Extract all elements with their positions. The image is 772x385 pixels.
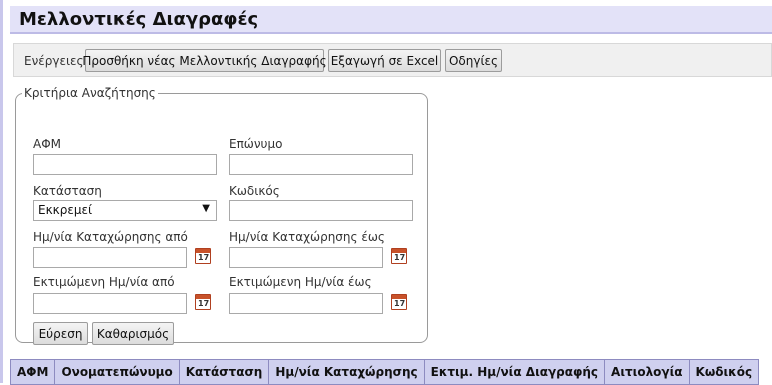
reg-date-to-input[interactable] bbox=[229, 247, 383, 268]
est-date-to-label: Εκτιμώμενη Ημ/νία έως bbox=[229, 275, 372, 289]
calendar-icon[interactable]: 17 bbox=[391, 248, 407, 264]
code-input[interactable] bbox=[229, 200, 413, 221]
status-selected-value: Εκκρεμεί bbox=[38, 203, 93, 217]
calendar-icon[interactable]: 17 bbox=[195, 294, 211, 310]
surname-label: Επώνυμο bbox=[229, 137, 283, 151]
calendar-icon[interactable]: 17 bbox=[391, 294, 407, 310]
dropdown-arrow-icon: ▼ bbox=[202, 203, 210, 214]
status-label: Κατάσταση bbox=[33, 184, 102, 198]
afm-label: ΑΦΜ bbox=[33, 137, 62, 151]
actions-label: Ενέργειες: bbox=[24, 54, 88, 68]
clear-button[interactable]: Καθαρισμός bbox=[92, 322, 174, 345]
reg-date-from-label: Ημ/νία Καταχώρησης από bbox=[33, 230, 188, 244]
column-header-afm[interactable]: ΑΦΜ bbox=[9, 359, 56, 385]
results-header-row: ΑΦΜ Ονοματεπώνυμο Κατάσταση Ημ/νία Καταχ… bbox=[9, 359, 760, 385]
code-label: Κωδικός bbox=[229, 184, 280, 198]
actions-toolbar: Ενέργειες: Προσθήκη νέας Μελλοντικής Δια… bbox=[13, 43, 772, 77]
search-criteria-legend: Κριτήρια Αναζήτησης bbox=[24, 86, 156, 100]
column-header-estimated-deletion-date[interactable]: Εκτιμ. Ημ/νία Διαγραφής bbox=[423, 359, 606, 385]
est-date-from-label: Εκτιμώμενη Ημ/νία από bbox=[33, 275, 175, 289]
search-criteria-panel: Κριτήρια Αναζήτησης ΑΦΜ Επώνυμο Κατάστασ… bbox=[15, 86, 428, 345]
column-header-registration-date[interactable]: Ημ/νία Καταχώρησης bbox=[268, 359, 425, 385]
status-select[interactable]: Εκκρεμεί ▼ bbox=[33, 200, 217, 221]
page-title: Μελλοντικές Διαγραφές bbox=[19, 9, 259, 30]
column-header-status[interactable]: Κατάσταση bbox=[178, 359, 270, 385]
add-future-deletion-button[interactable]: Προσθήκη νέας Μελλοντικής Διαγραφής bbox=[82, 49, 327, 72]
left-accent-rule bbox=[0, 0, 3, 383]
column-header-fullname[interactable]: Ονοματεπώνυμο bbox=[54, 359, 180, 385]
column-header-code[interactable]: Κωδικός bbox=[688, 359, 760, 385]
afm-input[interactable] bbox=[33, 154, 217, 175]
surname-input[interactable] bbox=[229, 154, 413, 175]
search-button[interactable]: Εύρεση bbox=[33, 322, 88, 345]
column-header-reason[interactable]: Αιτιολογία bbox=[604, 359, 690, 385]
calendar-icon[interactable]: 17 bbox=[195, 248, 211, 264]
reg-date-from-input[interactable] bbox=[33, 247, 187, 268]
page-header: Μελλοντικές Διαγραφές bbox=[10, 6, 772, 34]
results-table: ΑΦΜ Ονοματεπώνυμο Κατάσταση Ημ/νία Καταχ… bbox=[9, 359, 760, 385]
export-excel-button[interactable]: Εξαγωγή σε Excel bbox=[328, 49, 441, 72]
est-date-from-input[interactable] bbox=[33, 293, 187, 314]
help-button[interactable]: Οδηγίες bbox=[445, 49, 502, 72]
est-date-to-input[interactable] bbox=[229, 293, 383, 314]
reg-date-to-label: Ημ/νία Καταχώρησης έως bbox=[229, 230, 385, 244]
